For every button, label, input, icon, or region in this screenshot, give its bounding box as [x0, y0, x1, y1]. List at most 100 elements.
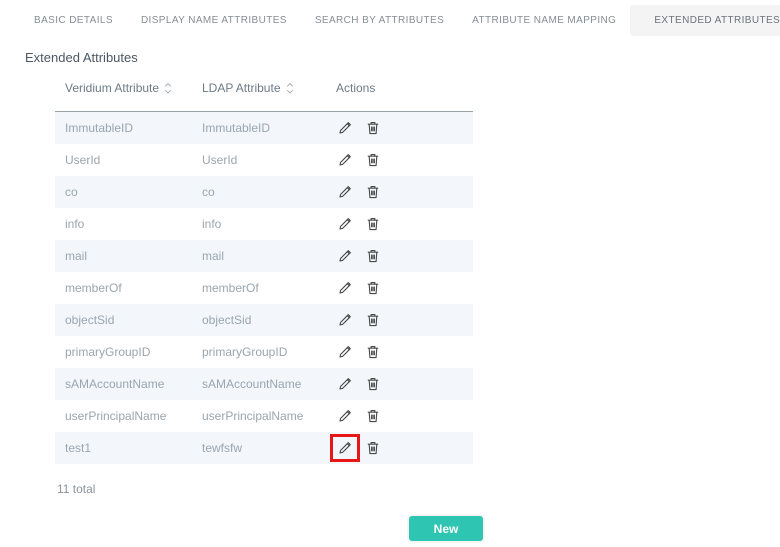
delete-button[interactable]: [362, 306, 384, 334]
trash-icon: [365, 376, 381, 392]
actions-cell: [336, 242, 473, 270]
ldap-attribute-cell: objectSid: [202, 313, 336, 327]
trash-icon: [365, 184, 381, 200]
actions-cell: [336, 434, 473, 462]
ldap-attribute-cell: userPrincipalName: [202, 409, 336, 423]
table-row: ImmutableIDImmutableID: [55, 112, 473, 144]
actions-cell: [336, 306, 473, 334]
table-header-row: Veridium Attribute LDAP Attribute Action…: [55, 80, 473, 112]
footer-actions: New: [0, 516, 780, 541]
pencil-icon: [337, 184, 353, 200]
delete-button[interactable]: [362, 178, 384, 206]
ldap-attribute-cell: co: [202, 185, 336, 199]
actions-cell: [336, 402, 473, 430]
table-body: ImmutableIDImmutableIDUserIdUserId coco in…: [55, 112, 473, 464]
table-row: primaryGroupIDprimaryGroupID: [55, 336, 473, 368]
veridium-attribute-cell: userPrincipalName: [55, 409, 202, 423]
trash-icon: [365, 440, 381, 456]
actions-cell: [336, 338, 473, 366]
pencil-icon: [337, 440, 353, 456]
table-row: userPrincipalNameuserPrincipalName: [55, 400, 473, 432]
veridium-attribute-cell: test1: [55, 441, 202, 455]
ldap-attribute-cell: UserId: [202, 153, 336, 167]
column-header-label: Actions: [336, 81, 375, 95]
actions-cell: [336, 114, 473, 142]
pencil-icon: [337, 312, 353, 328]
delete-button[interactable]: [362, 210, 384, 238]
trash-icon: [365, 280, 381, 296]
delete-button[interactable]: [362, 274, 384, 302]
column-header-actions: Actions: [336, 80, 473, 111]
edit-button[interactable]: [330, 274, 360, 302]
trash-icon: [365, 120, 381, 136]
table-row: sAMAccountNamesAMAccountName: [55, 368, 473, 400]
tab-extended-attributes[interactable]: EXTENDED ATTRIBUTES: [630, 5, 780, 36]
edit-button[interactable]: [330, 146, 360, 174]
veridium-attribute-cell: co: [55, 185, 202, 199]
new-button[interactable]: New: [409, 516, 483, 541]
pencil-icon: [337, 120, 353, 136]
veridium-attribute-cell: info: [55, 217, 202, 231]
pencil-icon: [337, 248, 353, 264]
edit-button[interactable]: [330, 434, 360, 462]
edit-button[interactable]: [330, 370, 360, 398]
trash-icon: [365, 152, 381, 168]
delete-button[interactable]: [362, 402, 384, 430]
veridium-attribute-cell: objectSid: [55, 313, 202, 327]
veridium-attribute-cell: primaryGroupID: [55, 345, 202, 359]
delete-button[interactable]: [362, 146, 384, 174]
edit-button[interactable]: [330, 242, 360, 270]
trash-icon: [365, 312, 381, 328]
table-row: infoinfo: [55, 208, 473, 240]
ldap-attribute-cell: mail: [202, 249, 336, 263]
sort-arrows-icon[interactable]: [164, 82, 172, 95]
tab-attribute-name-mapping[interactable]: ATTRIBUTE NAME MAPPING: [458, 5, 630, 36]
delete-button[interactable]: [362, 242, 384, 270]
column-header-label: LDAP Attribute: [202, 81, 281, 95]
tab-bar: BASIC DETAILSDISPLAY NAME ATTRIBUTESSEAR…: [0, 0, 780, 38]
table-row: objectSidobjectSid: [55, 304, 473, 336]
table-row: UserIdUserId: [55, 144, 473, 176]
veridium-attribute-cell: mail: [55, 249, 202, 263]
extended-attributes-table: Veridium Attribute LDAP Attribute Action…: [55, 80, 473, 464]
ldap-attribute-cell: memberOf: [202, 281, 336, 295]
ldap-attribute-cell: ImmutableID: [202, 121, 336, 135]
delete-button[interactable]: [362, 370, 384, 398]
tab-basic-details[interactable]: BASIC DETAILS: [20, 5, 127, 36]
edit-button[interactable]: [330, 338, 360, 366]
edit-button[interactable]: [330, 306, 360, 334]
actions-cell: [336, 146, 473, 174]
pencil-icon: [337, 152, 353, 168]
edit-button[interactable]: [330, 114, 360, 142]
ldap-attribute-cell: sAMAccountName: [202, 377, 336, 391]
delete-button[interactable]: [362, 114, 384, 142]
sort-arrows-icon[interactable]: [286, 82, 294, 95]
table-row: test1tewfsfw: [55, 432, 473, 464]
veridium-attribute-cell: memberOf: [55, 281, 202, 295]
tab-search-by-attributes[interactable]: SEARCH BY ATTRIBUTES: [301, 5, 458, 36]
total-count: 11 total: [57, 482, 780, 496]
delete-button[interactable]: [362, 338, 384, 366]
actions-cell: [336, 178, 473, 206]
actions-cell: [336, 210, 473, 238]
trash-icon: [365, 408, 381, 424]
column-header-label: Veridium Attribute: [65, 81, 159, 95]
pencil-icon: [337, 408, 353, 424]
pencil-icon: [337, 344, 353, 360]
edit-button[interactable]: [330, 402, 360, 430]
column-header-ldap-attribute[interactable]: LDAP Attribute: [202, 80, 336, 111]
edit-button[interactable]: [330, 210, 360, 238]
trash-icon: [365, 344, 381, 360]
delete-button[interactable]: [362, 434, 384, 462]
table-row: mailmail: [55, 240, 473, 272]
trash-icon: [365, 216, 381, 232]
table-row: memberOfmemberOf: [55, 272, 473, 304]
column-header-veridium-attribute[interactable]: Veridium Attribute: [55, 80, 202, 111]
tab-display-name-attributes[interactable]: DISPLAY NAME ATTRIBUTES: [127, 5, 301, 36]
edit-button[interactable]: [330, 178, 360, 206]
ldap-attribute-cell: primaryGroupID: [202, 345, 336, 359]
veridium-attribute-cell: sAMAccountName: [55, 377, 202, 391]
actions-cell: [336, 370, 473, 398]
pencil-icon: [337, 280, 353, 296]
pencil-icon: [337, 216, 353, 232]
